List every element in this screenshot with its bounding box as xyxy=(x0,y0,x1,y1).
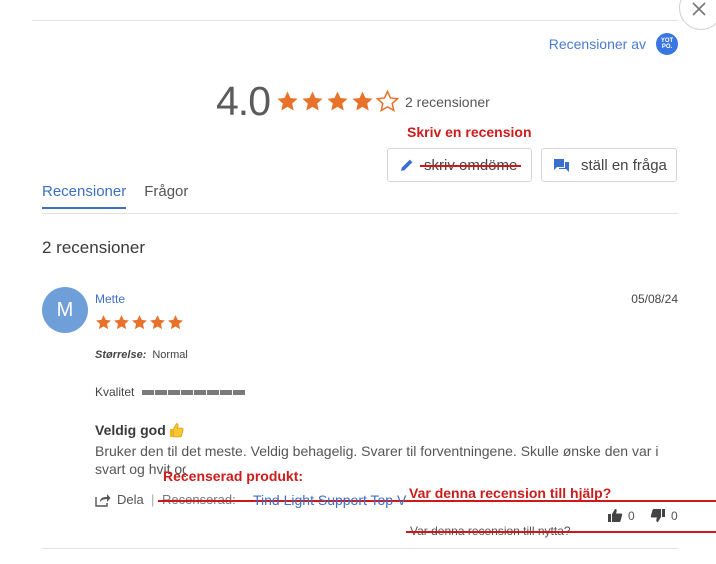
yotpo-logo: YOT PO. xyxy=(656,33,678,55)
star-filled-icon xyxy=(114,315,129,330)
average-rating: 4.0 xyxy=(216,78,271,124)
avatar: M xyxy=(42,287,88,333)
close-icon xyxy=(692,2,706,16)
size-row: Størrelse: Normal xyxy=(95,349,188,361)
tab-questions[interactable]: Frågor xyxy=(144,183,188,209)
write-review-label: skriv omdöme xyxy=(419,156,522,174)
reviewed-label: Recenserad: xyxy=(158,492,716,507)
thumbs-up-button[interactable]: 0 xyxy=(607,508,635,523)
share-icon xyxy=(95,493,111,507)
star-filled-icon xyxy=(132,315,147,330)
tab-reviews[interactable]: Recensioner xyxy=(42,183,127,209)
chat-icon xyxy=(554,159,569,172)
close-button[interactable] xyxy=(679,0,716,30)
star-filled-icon xyxy=(277,91,298,111)
star-filled-icon xyxy=(96,315,111,330)
size-label: Størrelse: xyxy=(95,349,147,361)
share-label: Dela xyxy=(117,492,144,507)
tabs-divider xyxy=(42,213,678,214)
bottom-divider xyxy=(42,548,678,549)
thumbs-down-count: 0 xyxy=(671,508,678,523)
size-value: Normal xyxy=(152,349,188,361)
tabs: Recensioner Frågor xyxy=(42,183,188,209)
quality-row: Kvalitet xyxy=(95,385,246,399)
thumbs-up-emoji-icon xyxy=(169,423,184,438)
helpful-question: Var denna recension till nytta? xyxy=(406,524,716,538)
review-title: Veldig god xyxy=(95,422,184,438)
footer-separator: | xyxy=(151,492,155,507)
reviewed-product-link[interactable]: Tind Light Support Top V xyxy=(253,492,409,508)
summary-stars xyxy=(276,90,399,113)
ask-question-label: ställ en fråga xyxy=(581,156,667,174)
star-filled-icon xyxy=(150,315,165,330)
quality-label: Kvalitet xyxy=(95,385,135,399)
star-empty-icon xyxy=(376,90,399,113)
ask-question-button[interactable]: ställ en fråga xyxy=(541,148,677,182)
annotation-reviewed-product: Recenserad produkt: xyxy=(163,468,304,484)
annotation-write-review: Skriv en recension xyxy=(407,124,532,140)
quality-bar xyxy=(142,389,246,395)
thumbs-up-icon xyxy=(608,509,623,522)
star-filled-icon xyxy=(302,91,323,111)
review-date: 05/08/24 xyxy=(631,292,678,306)
review-author: Mette xyxy=(95,292,126,306)
star-filled-icon xyxy=(327,91,348,111)
share-button[interactable]: Dela xyxy=(95,492,144,507)
thumbs-up-count: 0 xyxy=(628,508,635,523)
review-title-text: Veldig god xyxy=(95,422,166,438)
powered-by[interactable]: Recensioner av YOT PO. xyxy=(549,33,678,55)
rating-summary: 4.0 2 recensioner xyxy=(216,78,490,125)
top-divider xyxy=(32,20,678,21)
powered-by-label: Recensioner av xyxy=(548,36,646,52)
review-stars xyxy=(95,314,184,331)
thumbs-down-icon xyxy=(650,509,665,522)
star-filled-icon xyxy=(168,315,183,330)
reviews-count-heading: 2 recensioner xyxy=(42,238,146,257)
write-review-button[interactable]: skriv omdöme xyxy=(387,148,532,182)
summary-review-count: 2 recensioner xyxy=(405,93,490,110)
thumbs-down-button[interactable]: 0 xyxy=(650,508,678,523)
pencil-icon xyxy=(401,159,413,171)
star-filled-icon xyxy=(352,91,373,111)
